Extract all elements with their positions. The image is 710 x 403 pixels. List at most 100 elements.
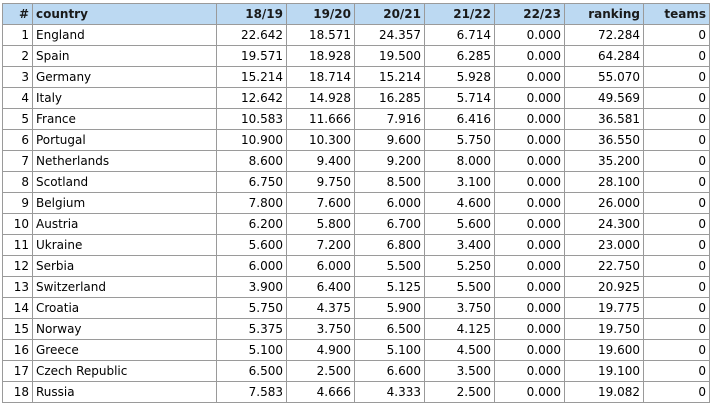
table-row: 6 Portugal 10.900 10.300 9.600 5.750 0.000 36.5… bbox=[2, 129, 710, 151]
cell-season-20-21: 15.214 bbox=[354, 66, 425, 88]
cell-country: Switzerland bbox=[32, 276, 217, 298]
cell-season-21-22: 5.714 bbox=[424, 87, 495, 109]
cell-country: Serbia bbox=[32, 255, 217, 277]
cell-season-20-21: 6.600 bbox=[354, 360, 425, 382]
cell-ranking: 28.100 bbox=[564, 171, 644, 193]
cell-season-22-23: 0.000 bbox=[494, 129, 565, 151]
cell-season-21-22: 6.714 bbox=[424, 24, 495, 46]
header-ranking[interactable]: ranking bbox=[564, 3, 644, 25]
cell-season-19-20: 7.600 bbox=[286, 192, 355, 214]
header-season-19-20[interactable]: 19/20 bbox=[286, 3, 355, 25]
cell-season-22-23: 0.000 bbox=[494, 255, 565, 277]
cell-season-20-21: 6.000 bbox=[354, 192, 425, 214]
cell-season-18-19: 22.642 bbox=[216, 24, 287, 46]
cell-ranking: 20.925 bbox=[564, 276, 644, 298]
cell-position: 12 bbox=[2, 255, 33, 277]
cell-ranking: 36.581 bbox=[564, 108, 644, 130]
table-row: 11 Ukraine 5.600 7.200 6.800 3.400 0.000 23.000… bbox=[2, 234, 710, 256]
header-season-20-21[interactable]: 20/21 bbox=[354, 3, 425, 25]
cell-teams: 0 bbox=[643, 339, 710, 361]
cell-position: 2 bbox=[2, 45, 33, 67]
header-teams[interactable]: teams bbox=[643, 3, 710, 25]
cell-season-22-23: 0.000 bbox=[494, 339, 565, 361]
cell-country: Belgium bbox=[32, 192, 217, 214]
table-row: 12 Serbia 6.000 6.000 5.500 5.250 0.000 22.750 0 bbox=[2, 255, 710, 277]
cell-ranking: 26.000 bbox=[564, 192, 644, 214]
cell-season-19-20: 14.928 bbox=[286, 87, 355, 109]
cell-season-21-22: 5.928 bbox=[424, 66, 495, 88]
cell-season-22-23: 0.000 bbox=[494, 24, 565, 46]
cell-season-21-22: 5.500 bbox=[424, 276, 495, 298]
cell-season-18-19: 6.200 bbox=[216, 213, 287, 235]
cell-position: 5 bbox=[2, 108, 33, 130]
cell-season-21-22: 3.500 bbox=[424, 360, 495, 382]
cell-season-21-22: 4.600 bbox=[424, 192, 495, 214]
cell-season-19-20: 5.800 bbox=[286, 213, 355, 235]
cell-ranking: 36.550 bbox=[564, 129, 644, 151]
cell-season-20-21: 9.600 bbox=[354, 129, 425, 151]
cell-position: 11 bbox=[2, 234, 33, 256]
cell-season-22-23: 0.000 bbox=[494, 192, 565, 214]
cell-season-21-22: 8.000 bbox=[424, 150, 495, 172]
cell-season-18-19: 12.642 bbox=[216, 87, 287, 109]
cell-ranking: 24.300 bbox=[564, 213, 644, 235]
cell-season-21-22: 5.750 bbox=[424, 129, 495, 151]
cell-position: 3 bbox=[2, 66, 33, 88]
cell-ranking: 19.750 bbox=[564, 318, 644, 340]
cell-position: 8 bbox=[2, 171, 33, 193]
cell-season-19-20: 18.571 bbox=[286, 24, 355, 46]
cell-teams: 0 bbox=[643, 108, 710, 130]
cell-season-22-23: 0.000 bbox=[494, 381, 565, 403]
cell-season-20-21: 5.500 bbox=[354, 255, 425, 277]
cell-season-20-21: 6.700 bbox=[354, 213, 425, 235]
cell-teams: 0 bbox=[643, 87, 710, 109]
cell-season-19-20: 4.900 bbox=[286, 339, 355, 361]
table-row: 16 Greece 5.100 4.900 5.100 4.500 0.000 19.600 0 bbox=[2, 339, 710, 361]
header-season-21-22[interactable]: 21/22 bbox=[424, 3, 495, 25]
cell-teams: 0 bbox=[643, 24, 710, 46]
cell-country: Scotland bbox=[32, 171, 217, 193]
cell-season-20-21: 9.200 bbox=[354, 150, 425, 172]
cell-teams: 0 bbox=[643, 150, 710, 172]
cell-season-20-21: 5.125 bbox=[354, 276, 425, 298]
header-season-22-23[interactable]: 22/23 bbox=[494, 3, 565, 25]
table-row: 1 England 22.642 18.571 24.357 6.714 0.000 72.2… bbox=[2, 24, 710, 46]
table-row: 7 Netherlands 8.600 9.400 9.200 8.000 0.000 35.… bbox=[2, 150, 710, 172]
cell-season-21-22: 5.600 bbox=[424, 213, 495, 235]
cell-teams: 0 bbox=[643, 360, 710, 382]
cell-season-18-19: 7.800 bbox=[216, 192, 287, 214]
table-row: 4 Italy 12.642 14.928 16.285 5.714 0.000 49.569… bbox=[2, 87, 710, 109]
cell-ranking: 19.100 bbox=[564, 360, 644, 382]
table-row: 10 Austria 6.200 5.800 6.700 5.600 0.000 24.300… bbox=[2, 213, 710, 235]
cell-season-18-19: 10.583 bbox=[216, 108, 287, 130]
cell-position: 13 bbox=[2, 276, 33, 298]
cell-season-21-22: 2.500 bbox=[424, 381, 495, 403]
country-ranking-table: # country 18/19 19/20 20/21 21/22 22/23 … bbox=[2, 3, 710, 403]
cell-season-21-22: 5.250 bbox=[424, 255, 495, 277]
cell-position: 14 bbox=[2, 297, 33, 319]
cell-teams: 0 bbox=[643, 318, 710, 340]
table-header-row: # country 18/19 19/20 20/21 21/22 22/23 … bbox=[2, 3, 710, 25]
cell-season-21-22: 4.125 bbox=[424, 318, 495, 340]
cell-country: Norway bbox=[32, 318, 217, 340]
cell-season-18-19: 6.750 bbox=[216, 171, 287, 193]
header-country[interactable]: country bbox=[32, 3, 217, 25]
cell-ranking: 19.082 bbox=[564, 381, 644, 403]
cell-teams: 0 bbox=[643, 276, 710, 298]
header-season-18-19[interactable]: 18/19 bbox=[216, 3, 287, 25]
cell-season-19-20: 9.750 bbox=[286, 171, 355, 193]
cell-teams: 0 bbox=[643, 234, 710, 256]
cell-season-19-20: 18.714 bbox=[286, 66, 355, 88]
cell-season-20-21: 19.500 bbox=[354, 45, 425, 67]
cell-country: England bbox=[32, 24, 217, 46]
header-rank-number[interactable]: # bbox=[2, 3, 33, 25]
cell-season-19-20: 10.300 bbox=[286, 129, 355, 151]
cell-season-20-21: 24.357 bbox=[354, 24, 425, 46]
cell-season-18-19: 5.100 bbox=[216, 339, 287, 361]
cell-season-19-20: 9.400 bbox=[286, 150, 355, 172]
cell-season-20-21: 5.100 bbox=[354, 339, 425, 361]
cell-season-21-22: 6.285 bbox=[424, 45, 495, 67]
table-row: 5 France 10.583 11.666 7.916 6.416 0.000 36.581… bbox=[2, 108, 710, 130]
cell-country: Russia bbox=[32, 381, 217, 403]
cell-teams: 0 bbox=[643, 297, 710, 319]
